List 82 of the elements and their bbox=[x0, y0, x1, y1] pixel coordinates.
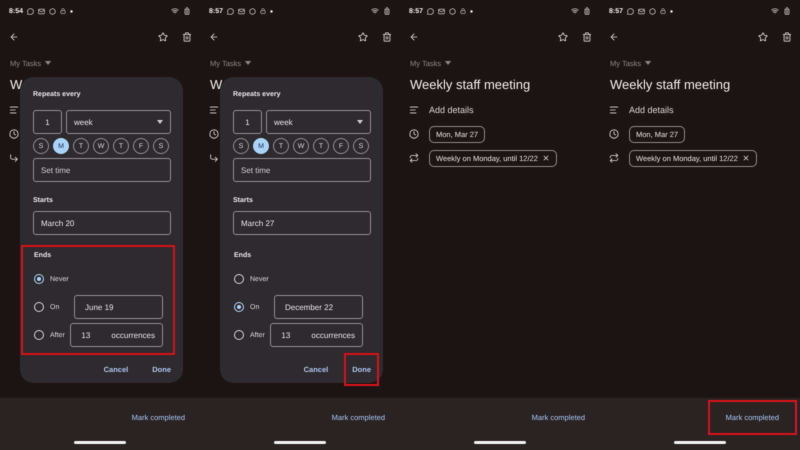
hexagon-icon bbox=[649, 8, 656, 14]
end-date-field[interactable]: June 19 bbox=[74, 295, 163, 319]
battery-icon bbox=[583, 7, 591, 15]
chat-icon bbox=[27, 8, 34, 14]
lock-icon bbox=[60, 8, 66, 14]
mail-icon bbox=[38, 8, 46, 14]
task-title[interactable]: Weekly staff meeting bbox=[610, 77, 730, 92]
details-icon bbox=[9, 105, 19, 115]
hexagon-icon bbox=[49, 8, 56, 14]
count-field[interactable]: 1 bbox=[233, 110, 262, 134]
home-indicator bbox=[474, 441, 526, 444]
caret-icon bbox=[357, 120, 363, 124]
lock-icon bbox=[660, 8, 666, 14]
count-field[interactable]: 1 bbox=[33, 110, 62, 134]
clock-icon bbox=[9, 129, 19, 139]
battery-icon bbox=[783, 7, 791, 15]
subtask-icon bbox=[9, 153, 19, 163]
lock-icon bbox=[460, 8, 466, 14]
time-field[interactable]: Set time bbox=[233, 158, 371, 182]
chat-icon bbox=[427, 8, 434, 14]
trash-icon[interactable] bbox=[782, 32, 792, 42]
battery-icon bbox=[183, 7, 191, 15]
home-indicator bbox=[674, 441, 726, 444]
trash-icon[interactable] bbox=[182, 32, 192, 42]
start-date-field[interactable]: March 27 bbox=[233, 211, 371, 235]
back-icon[interactable] bbox=[609, 32, 619, 42]
start-date-field[interactable]: March 20 bbox=[33, 211, 171, 235]
star-icon[interactable] bbox=[758, 32, 768, 42]
back-icon[interactable] bbox=[209, 32, 219, 42]
repeat-icon bbox=[609, 153, 619, 163]
chat-icon bbox=[227, 8, 234, 14]
lock-icon bbox=[260, 8, 266, 14]
mail-icon bbox=[438, 8, 446, 14]
close-icon[interactable] bbox=[742, 154, 750, 162]
home-indicator bbox=[274, 441, 326, 444]
chat-icon bbox=[627, 8, 634, 14]
mail-icon bbox=[238, 8, 246, 14]
caret-icon bbox=[45, 61, 52, 65]
home-indicator bbox=[74, 441, 126, 444]
star-icon[interactable] bbox=[358, 32, 368, 42]
dot-icon bbox=[270, 10, 274, 12]
clock-icon bbox=[209, 129, 219, 139]
details-icon bbox=[409, 105, 419, 115]
close-icon[interactable] bbox=[542, 154, 550, 162]
end-date-field[interactable]: December 22 bbox=[274, 295, 363, 319]
task-title[interactable]: W bbox=[10, 77, 22, 92]
clock-icon bbox=[409, 129, 419, 139]
hexagon-icon bbox=[249, 8, 256, 14]
clock-icon bbox=[609, 129, 619, 139]
occurrences-field[interactable]: 13 occurrences bbox=[70, 323, 163, 347]
trash-icon[interactable] bbox=[582, 32, 592, 42]
back-icon[interactable] bbox=[409, 32, 419, 42]
task-title[interactable]: Weekly staff meeting bbox=[410, 77, 530, 92]
details-icon bbox=[609, 105, 619, 115]
wifi-icon bbox=[771, 7, 779, 15]
wifi-icon bbox=[171, 7, 179, 15]
caret-icon bbox=[157, 120, 163, 124]
wifi-icon bbox=[571, 7, 579, 15]
add-details-field[interactable]: Add details bbox=[629, 105, 674, 115]
caret-icon bbox=[645, 61, 652, 65]
unit-dropdown[interactable]: week bbox=[266, 110, 371, 134]
time-field[interactable]: Set time bbox=[33, 158, 171, 182]
wifi-icon bbox=[371, 7, 379, 15]
repeat-icon bbox=[409, 153, 419, 163]
task-title[interactable]: W bbox=[210, 77, 222, 92]
hexagon-icon bbox=[449, 8, 456, 14]
back-icon[interactable] bbox=[9, 32, 19, 42]
mail-icon bbox=[638, 8, 646, 14]
occurrences-field[interactable]: 13 occurrences bbox=[270, 323, 363, 347]
star-icon[interactable] bbox=[158, 32, 168, 42]
star-icon[interactable] bbox=[558, 32, 568, 42]
dot-icon bbox=[670, 10, 674, 12]
add-details-field[interactable]: Add details bbox=[429, 105, 474, 115]
caret-icon bbox=[445, 61, 452, 65]
dot-icon bbox=[470, 10, 474, 12]
trash-icon[interactable] bbox=[382, 32, 392, 42]
details-icon bbox=[209, 105, 219, 115]
dot-icon bbox=[70, 10, 74, 12]
subtask-icon bbox=[209, 153, 219, 163]
caret-icon bbox=[245, 61, 252, 65]
battery-icon bbox=[383, 7, 391, 15]
unit-dropdown[interactable]: week bbox=[66, 110, 171, 134]
